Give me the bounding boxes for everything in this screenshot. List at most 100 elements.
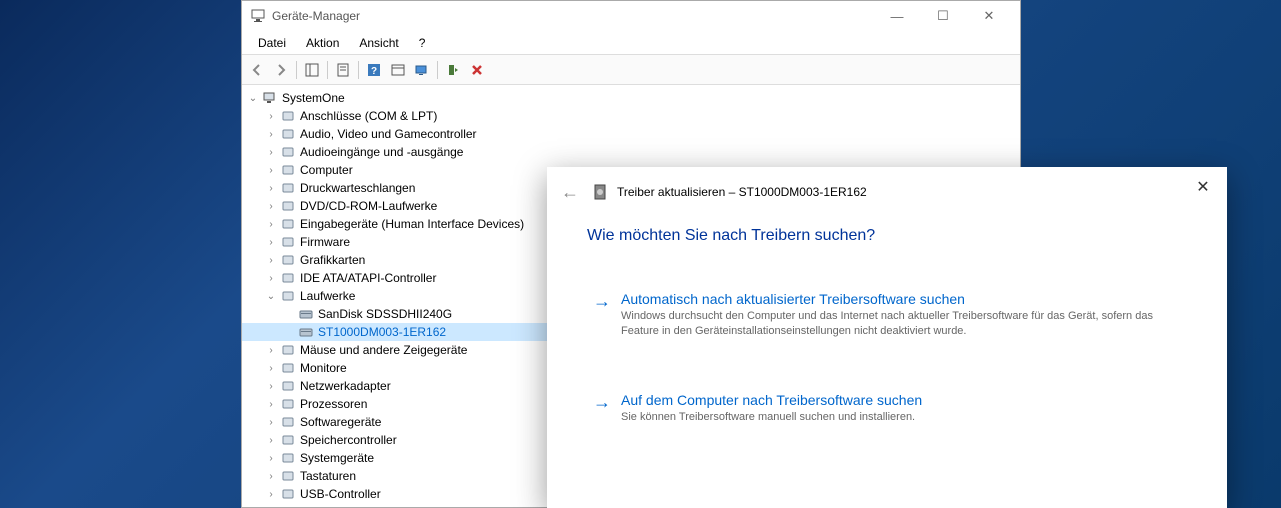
tree-node-label: Grafikkarten (300, 253, 365, 267)
tree-node-label: Systemgeräte (300, 451, 374, 465)
toolbar: ? (242, 55, 1020, 85)
device-category-icon (280, 288, 296, 304)
expand-toggle-icon[interactable]: › (264, 237, 278, 248)
device-category-icon (280, 468, 296, 484)
tree-node-label: IDE ATA/ATAPI-Controller (300, 271, 436, 285)
tree-node-label: Audioeingänge und -ausgänge (300, 145, 463, 159)
tree-node-label: Firmware (300, 235, 350, 249)
expand-toggle-icon[interactable]: › (264, 435, 278, 446)
device-category-icon (280, 144, 296, 160)
help-button[interactable]: ? (363, 59, 385, 81)
tree-node[interactable]: › Audioeingänge und -ausgänge (242, 143, 1020, 161)
tree-node-label: Prozessoren (300, 397, 367, 411)
maximize-button[interactable]: ☐ (920, 1, 966, 31)
expand-toggle-icon[interactable]: › (264, 129, 278, 140)
expand-toggle-icon[interactable]: › (264, 255, 278, 266)
expand-toggle-icon[interactable]: › (264, 363, 278, 374)
device-category-icon (280, 234, 296, 250)
expand-toggle-icon[interactable]: › (264, 201, 278, 212)
forward-button[interactable] (270, 59, 292, 81)
update-driver-button[interactable] (442, 59, 464, 81)
option-description: Windows durchsucht den Computer und das … (621, 309, 1181, 340)
tree-node-label: USB-Controller (300, 487, 381, 501)
properties-button[interactable] (332, 59, 354, 81)
toolbar-separator (358, 61, 359, 79)
tree-node-label: ST1000DM003-1ER162 (318, 325, 446, 339)
tree-node-label: Mäuse und andere Zeigegeräte (300, 343, 467, 357)
expand-toggle-icon[interactable]: › (264, 453, 278, 464)
action-button[interactable] (387, 59, 409, 81)
device-category-icon (298, 306, 314, 322)
expand-toggle-icon[interactable]: › (264, 471, 278, 482)
tree-node-label: Druckwarteschlangen (300, 181, 415, 195)
dialog-title: Treiber aktualisieren – ST1000DM003-1ER1… (617, 185, 867, 199)
option-content: Automatisch nach aktualisierter Treibers… (621, 291, 1181, 340)
tree-node[interactable]: ⌄ SystemOne (242, 89, 1020, 107)
titlebar: Geräte-Manager — ☐ ✕ (242, 1, 1020, 31)
tree-node[interactable]: ›Audio, Video und Gamecontroller (242, 125, 1020, 143)
expand-toggle-icon[interactable]: › (264, 489, 278, 500)
device-category-icon (262, 90, 278, 106)
expand-toggle-icon[interactable]: ⌄ (246, 93, 260, 104)
device-category-icon (280, 432, 296, 448)
tree-node-label: Computer (300, 163, 353, 177)
expand-toggle-icon[interactable]: › (264, 399, 278, 410)
device-category-icon (280, 450, 296, 466)
device-category-icon (280, 198, 296, 214)
expand-toggle-icon[interactable]: › (264, 219, 278, 230)
expand-toggle-icon[interactable]: › (264, 345, 278, 356)
expand-toggle-icon[interactable]: › (264, 147, 278, 158)
tree-node-label: Softwaregeräte (300, 415, 381, 429)
tree-node-label: SystemOne (282, 91, 345, 105)
dialog-close-button[interactable]: ✕ (1193, 177, 1213, 197)
arrow-right-icon: → (593, 392, 611, 412)
dialog-back-button[interactable]: ← (561, 182, 585, 203)
close-button[interactable]: ✕ (966, 1, 1012, 31)
show-hide-tree-button[interactable] (301, 59, 323, 81)
dialog-body: Wie möchten Sie nach Treibern suchen? → … (547, 227, 1227, 431)
tree-node-label: Speichercontroller (300, 433, 397, 447)
expand-toggle-icon[interactable]: ⌄ (264, 291, 278, 302)
update-driver-dialog: ← Treiber aktualisieren – ST1000DM003-1E… (547, 167, 1227, 508)
expand-toggle-icon[interactable]: › (264, 273, 278, 284)
arrow-right-icon: → (593, 291, 611, 311)
dialog-header: ← Treiber aktualisieren – ST1000DM003-1E… (547, 167, 1227, 217)
tree-node-label: Monitore (300, 361, 347, 375)
expand-toggle-icon[interactable]: › (264, 183, 278, 194)
menu-view[interactable]: Ansicht (351, 34, 406, 52)
window-controls: — ☐ ✕ (874, 1, 1012, 31)
tree-node-label: Eingabegeräte (Human Interface Devices) (300, 217, 524, 231)
expand-toggle-icon[interactable]: › (264, 165, 278, 176)
minimize-button[interactable]: — (874, 1, 920, 31)
option-content: Auf dem Computer nach Treibersoftware su… (621, 392, 1181, 425)
device-category-icon (280, 486, 296, 502)
svg-text:?: ? (371, 66, 377, 77)
uninstall-button[interactable] (466, 59, 488, 81)
expand-toggle-icon[interactable]: › (264, 417, 278, 428)
dialog-option-browse-computer[interactable]: → Auf dem Computer nach Treibersoftware … (587, 386, 1187, 431)
tree-node-label: DVD/CD-ROM-Laufwerke (300, 199, 437, 213)
toolbar-separator (296, 61, 297, 79)
dialog-heading: Wie möchten Sie nach Treibern suchen? (587, 227, 1187, 245)
menu-action[interactable]: Aktion (298, 34, 347, 52)
tree-node[interactable]: ›Anschlüsse (COM & LPT) (242, 107, 1020, 125)
option-title: Automatisch nach aktualisierter Treibers… (621, 291, 1181, 307)
back-button[interactable] (246, 59, 268, 81)
menu-file[interactable]: Datei (250, 34, 294, 52)
device-category-icon (280, 414, 296, 430)
device-category-icon (280, 342, 296, 358)
toolbar-separator (327, 61, 328, 79)
device-category-icon (298, 324, 314, 340)
menu-help[interactable]: ? (411, 34, 434, 52)
dialog-option-auto-search[interactable]: → Automatisch nach aktualisierter Treibe… (587, 285, 1187, 346)
device-category-icon (280, 396, 296, 412)
expand-toggle-icon[interactable]: › (264, 111, 278, 122)
tree-node-label: Netzwerkadapter (300, 379, 391, 393)
device-manager-icon (250, 8, 266, 24)
expand-toggle-icon[interactable]: › (264, 381, 278, 392)
window-title: Geräte-Manager (272, 9, 874, 23)
device-category-icon (280, 378, 296, 394)
scan-hardware-button[interactable] (411, 59, 433, 81)
device-category-icon (280, 180, 296, 196)
option-description: Sie können Treibersoftware manuell suche… (621, 410, 1181, 425)
